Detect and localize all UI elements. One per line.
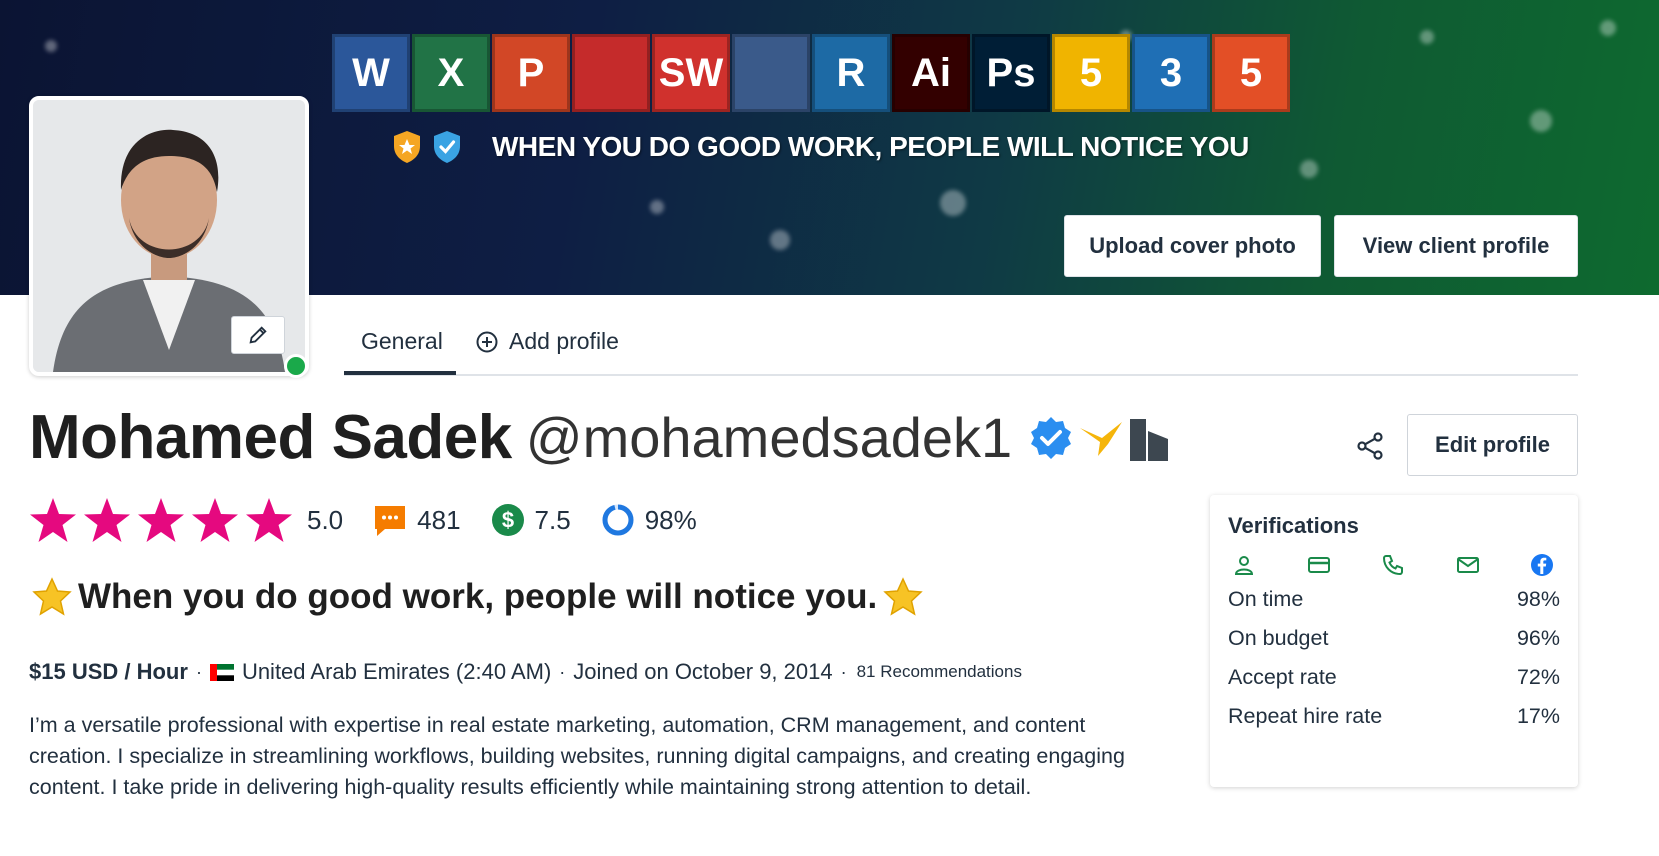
autocad-icon	[572, 34, 650, 112]
verification-stat-label: On budget	[1228, 626, 1329, 650]
online-status-indicator	[284, 354, 308, 378]
completion-rate: 98%	[644, 504, 697, 535]
enterprise-building-icon[interactable]	[1128, 415, 1170, 461]
location: United Arab Emirates (2:40 AM)	[241, 659, 552, 684]
verification-stat-row: On budget 96%	[1228, 626, 1560, 651]
profile-meta: $15 USD / Hour · United Arab Emirates (2…	[29, 659, 1022, 684]
verifications-panel: Verifications On time 98% On budget 96% Acce…	[1210, 495, 1578, 787]
software-logos-strip: W X P SW R Ai Ps 5 3 5	[332, 34, 1290, 112]
verification-stat-label: Repeat hire rate	[1228, 704, 1383, 728]
uae-flag-icon	[209, 663, 234, 681]
rating-star-icon	[84, 498, 130, 542]
rating-value: 5.0	[307, 504, 344, 535]
rating-star-icon	[246, 498, 292, 542]
verified-badge-icon[interactable]	[1028, 415, 1074, 461]
profile-headline: When you do good work, people will notic…	[32, 577, 923, 617]
js-icon: 5	[1052, 34, 1130, 112]
profile-name-row: Mohamed Sadek @mohamedsadek1	[29, 402, 1170, 473]
verification-stats: On time 98% On budget 96% Accept rate 72% Repe…	[1228, 587, 1560, 729]
earnings-dollar-icon: $	[491, 504, 524, 536]
verification-stat-value: 72%	[1516, 665, 1560, 689]
profile-bio: I’m a versatile professional with expert…	[29, 713, 1125, 799]
revit-icon: R	[812, 34, 890, 112]
shield-check-icon	[434, 131, 460, 163]
payment-card-icon	[1307, 557, 1330, 573]
pencil-icon	[249, 326, 267, 344]
matlab-icon	[732, 34, 810, 112]
verifications-title: Verifications	[1228, 513, 1359, 538]
word-icon: W	[332, 34, 410, 112]
reviews-icon	[375, 506, 406, 536]
illustrator-icon: Ai	[892, 34, 970, 112]
powerpoint-icon: P	[492, 34, 570, 112]
solidworks-icon: SW	[652, 34, 730, 112]
edit-avatar-button[interactable]	[231, 316, 285, 354]
shield-star-icon	[394, 131, 420, 163]
completion-ring-icon	[602, 504, 634, 536]
verification-stat-row: Accept rate 72%	[1228, 665, 1560, 690]
earnings-score: 7.5	[534, 504, 571, 535]
profile-handle: @mohamedsadek1	[525, 406, 1013, 469]
verification-icons	[1228, 553, 1560, 577]
star-emoji-icon	[883, 577, 923, 616]
html5-icon: 5	[1212, 34, 1290, 112]
edit-profile-button[interactable]: Edit profile	[1407, 414, 1578, 476]
phone-icon	[1382, 555, 1403, 576]
profile-tabs: General Add profile	[344, 316, 1578, 376]
verification-stat-value: 98%	[1516, 587, 1560, 611]
share-button[interactable]	[1350, 426, 1390, 466]
tab-add-profile[interactable]: Add profile	[475, 328, 619, 355]
verification-stat-value: 96%	[1516, 626, 1560, 650]
cover-tagline: WHEN YOU DO GOOD WORK, PEOPLE WILL NOTIC…	[392, 130, 1249, 164]
user-icon	[1234, 556, 1254, 575]
rating-star-icon	[30, 498, 76, 542]
tab-general-label: General	[361, 328, 443, 354]
tab-general[interactable]: General	[361, 328, 443, 355]
excel-icon: X	[412, 34, 490, 112]
star-emoji-icon	[32, 577, 72, 616]
css3-icon: 3	[1132, 34, 1210, 112]
facebook-icon	[1531, 554, 1553, 576]
view-client-profile-button[interactable]: View client profile	[1334, 215, 1578, 277]
verification-stat-label: On time	[1228, 587, 1304, 611]
joined-date: Joined on October 9, 2014	[573, 659, 833, 684]
verification-stat-row: Repeat hire rate 17%	[1228, 704, 1560, 729]
cover-tagline-text: WHEN YOU DO GOOD WORK, PEOPLE WILL NOTIC…	[492, 131, 1249, 162]
rating-stars	[29, 497, 293, 543]
headline-text: When you do good work, people will notic…	[78, 577, 878, 616]
share-icon	[1357, 432, 1383, 460]
profile-stats: 5.0 481 $ 7.5 98%	[29, 497, 697, 543]
reviews-count: 481	[417, 504, 461, 535]
rating-star-icon	[192, 498, 238, 542]
email-icon	[1456, 557, 1479, 573]
rating-star-icon	[138, 498, 184, 542]
verification-stat-row: On time 98%	[1228, 587, 1560, 612]
hourly-rate: $15 USD / Hour	[29, 659, 188, 684]
active-tab-indicator	[344, 371, 456, 375]
upload-cover-photo-button[interactable]: Upload cover photo	[1064, 215, 1321, 277]
photoshop-icon: Ps	[972, 34, 1050, 112]
svg-text:$: $	[501, 508, 513, 533]
verification-stat-value: 17%	[1516, 704, 1560, 728]
profile-name: Mohamed Sadek	[29, 403, 512, 472]
verification-stat-label: Accept rate	[1228, 665, 1337, 689]
recommendations-link[interactable]: 81 Recommendations	[857, 662, 1022, 682]
tab-add-profile-label: Add profile	[509, 328, 619, 354]
preferred-freelancer-bird-icon[interactable]	[1078, 418, 1124, 458]
plus-circle-icon	[476, 331, 498, 352]
